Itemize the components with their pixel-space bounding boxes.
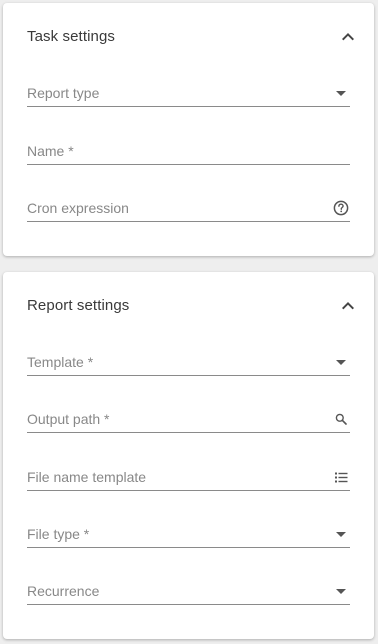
name-label: Name * — [27, 143, 74, 159]
report-settings-collapse-button[interactable] — [336, 294, 360, 318]
help-circle-icon[interactable] — [332, 199, 350, 217]
chevron-up-icon — [342, 302, 354, 310]
dropdown-arrow-icon — [332, 353, 350, 371]
report-settings-title: Report settings — [27, 297, 130, 314]
template-select[interactable]: Template * — [27, 349, 350, 376]
task-settings-title: Task settings — [27, 28, 116, 45]
recurrence-select[interactable]: Recurrence — [27, 578, 350, 605]
dropdown-arrow-icon — [332, 84, 350, 102]
report-type-select[interactable]: Report type — [27, 80, 350, 107]
cron-expression-label: Cron expression — [27, 200, 129, 216]
report-settings-panel: Report settings Template * Output path *… — [3, 272, 374, 639]
template-label: Template * — [27, 354, 94, 370]
recurrence-label: Recurrence — [27, 583, 100, 599]
name-field[interactable]: Name * — [27, 138, 350, 165]
dropdown-arrow-icon — [332, 582, 350, 600]
list-icon[interactable] — [332, 468, 350, 486]
dropdown-arrow-icon — [332, 525, 350, 543]
task-settings-collapse-button[interactable] — [336, 25, 360, 49]
cron-expression-field[interactable]: Cron expression — [27, 195, 350, 222]
report-type-label: Report type — [27, 85, 100, 101]
file-name-template-field[interactable]: File name template — [27, 464, 350, 491]
file-name-template-label: File name template — [27, 469, 147, 485]
chevron-up-icon — [342, 33, 354, 41]
output-path-field[interactable]: Output path * — [27, 406, 350, 433]
search-icon[interactable] — [332, 410, 350, 428]
task-settings-panel: Task settings Report type Name * Cron ex… — [3, 3, 374, 256]
file-type-label: File type * — [27, 526, 90, 542]
output-path-label: Output path * — [27, 411, 110, 427]
file-type-select[interactable]: File type * — [27, 521, 350, 548]
